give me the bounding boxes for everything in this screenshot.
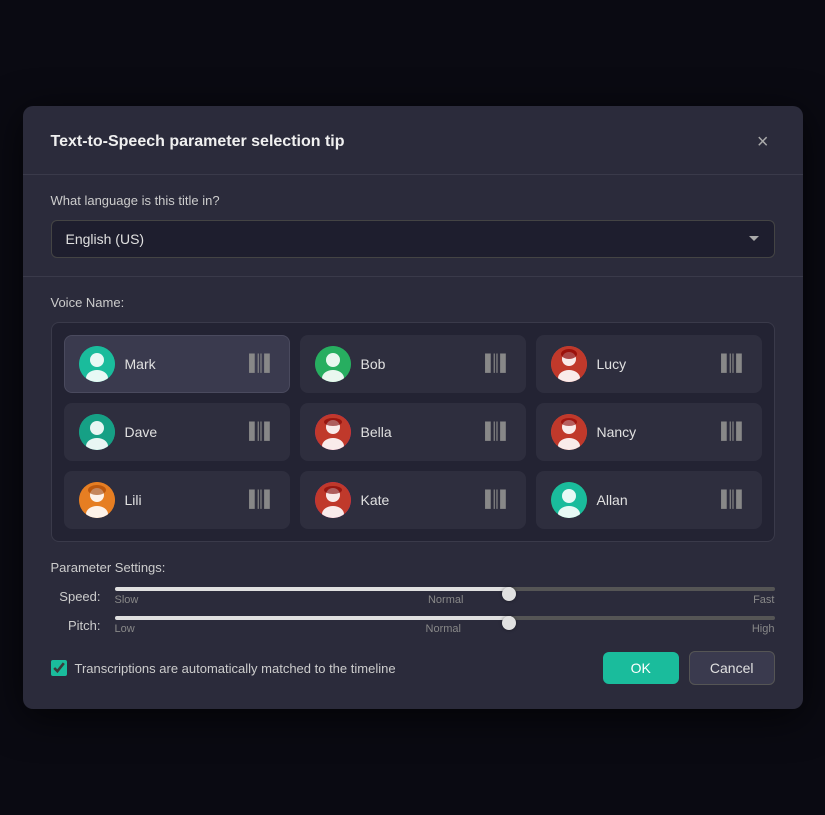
dialog-header: Text-to-Speech parameter selection tip × [51, 130, 775, 154]
pitch-row: Pitch: Low Normal High [51, 616, 775, 635]
voice-card-dave[interactable]: Dave ▐║▌ [64, 403, 290, 461]
pitch-tick-low: Low [115, 623, 135, 635]
checkbox-label: Transcriptions are automatically matched… [75, 661, 396, 676]
speed-slider[interactable] [115, 587, 775, 591]
auto-match-checkbox[interactable] [51, 660, 67, 676]
header-divider [23, 174, 803, 175]
checkbox-wrap: Transcriptions are automatically matched… [51, 660, 593, 676]
voice-card-mark[interactable]: Mark ▐║▌ [64, 335, 290, 393]
waveform-bob: ▐║▌ [479, 355, 510, 373]
speed-tick-fast: Fast [753, 594, 774, 606]
voice-name-lili: Lili [125, 492, 234, 508]
speed-slider-wrap: Slow Normal Fast [115, 587, 775, 606]
pitch-label: Pitch: [51, 618, 101, 633]
voice-card-lili[interactable]: Lili ▐║▌ [64, 471, 290, 529]
close-button[interactable]: × [751, 130, 775, 154]
avatar-bella [315, 414, 351, 450]
language-select[interactable]: English (US) English (UK) Spanish French… [51, 220, 775, 258]
voice-grid: Mark ▐║▌ Bob ▐║▌ [64, 335, 762, 529]
avatar-bob [315, 346, 351, 382]
pitch-tick-normal: Normal [426, 623, 461, 635]
avatar-lucy [551, 346, 587, 382]
speed-tick-slow: Slow [115, 594, 139, 606]
section-divider [23, 276, 803, 277]
language-question: What language is this title in? [51, 193, 775, 208]
speed-label: Speed: [51, 589, 101, 604]
voice-name-bella: Bella [361, 424, 470, 440]
voice-card-bella[interactable]: Bella ▐║▌ [300, 403, 526, 461]
avatar-nancy [551, 414, 587, 450]
voice-card-lucy[interactable]: Lucy ▐║▌ [536, 335, 762, 393]
dialog-title: Text-to-Speech parameter selection tip [51, 133, 345, 151]
param-section: Parameter Settings: Speed: Slow Normal F… [51, 560, 775, 635]
waveform-bella: ▐║▌ [479, 423, 510, 441]
waveform-allan: ▐║▌ [715, 491, 746, 509]
pitch-ticks: Low Normal High [115, 623, 775, 635]
speed-tick-normal: Normal [428, 594, 463, 606]
voice-name-allan: Allan [597, 492, 706, 508]
voice-section-label: Voice Name: [51, 295, 775, 310]
avatar-dave [79, 414, 115, 450]
waveform-mark: ▐║▌ [243, 355, 274, 373]
voice-card-allan[interactable]: Allan ▐║▌ [536, 471, 762, 529]
voice-card-bob[interactable]: Bob ▐║▌ [300, 335, 526, 393]
pitch-slider-wrap: Low Normal High [115, 616, 775, 635]
waveform-nancy: ▐║▌ [715, 423, 746, 441]
avatar-kate [315, 482, 351, 518]
pitch-slider[interactable] [115, 616, 775, 620]
dialog: Text-to-Speech parameter selection tip ×… [23, 106, 803, 709]
waveform-lili: ▐║▌ [243, 491, 274, 509]
voice-name-lucy: Lucy [597, 356, 706, 372]
cancel-button[interactable]: Cancel [689, 651, 775, 685]
voice-card-kate[interactable]: Kate ▐║▌ [300, 471, 526, 529]
dialog-footer: Transcriptions are automatically matched… [51, 651, 775, 685]
waveform-lucy: ▐║▌ [715, 355, 746, 373]
voice-name-mark: Mark [125, 356, 234, 372]
voice-name-bob: Bob [361, 356, 470, 372]
voice-card-nancy[interactable]: Nancy ▐║▌ [536, 403, 762, 461]
voice-grid-container: Mark ▐║▌ Bob ▐║▌ [51, 322, 775, 542]
waveform-dave: ▐║▌ [243, 423, 274, 441]
avatar-allan [551, 482, 587, 518]
speed-row: Speed: Slow Normal Fast [51, 587, 775, 606]
pitch-tick-high: High [752, 623, 775, 635]
ok-button[interactable]: OK [603, 652, 679, 684]
waveform-kate: ▐║▌ [479, 491, 510, 509]
avatar-mark [79, 346, 115, 382]
avatar-lili [79, 482, 115, 518]
voice-name-kate: Kate [361, 492, 470, 508]
voice-name-nancy: Nancy [597, 424, 706, 440]
voice-name-dave: Dave [125, 424, 234, 440]
speed-ticks: Slow Normal Fast [115, 594, 775, 606]
param-section-label: Parameter Settings: [51, 560, 775, 575]
